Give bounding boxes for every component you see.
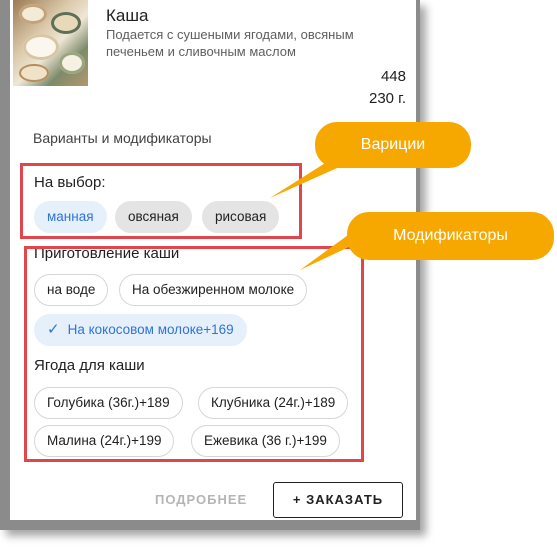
order-button[interactable]: + ЗАКАЗАТЬ [273, 482, 403, 518]
modifiers-highlight-box [24, 246, 364, 462]
variations-callout: Вариции [315, 122, 471, 168]
product-weight: 230 г. [368, 90, 406, 107]
variations-highlight-box [20, 163, 302, 239]
variants-section-title: Варианты и модификаторы [33, 130, 212, 146]
product-image [13, 0, 88, 86]
details-link[interactable]: ПОДРОБНЕЕ [155, 492, 247, 507]
modifiers-callout: Модификаторы [347, 212, 554, 260]
product-description: Подается с сушеными ягодами, овсяным печ… [106, 27, 354, 59]
product-title: Каша [106, 6, 149, 25]
product-price: 448 [380, 68, 406, 85]
